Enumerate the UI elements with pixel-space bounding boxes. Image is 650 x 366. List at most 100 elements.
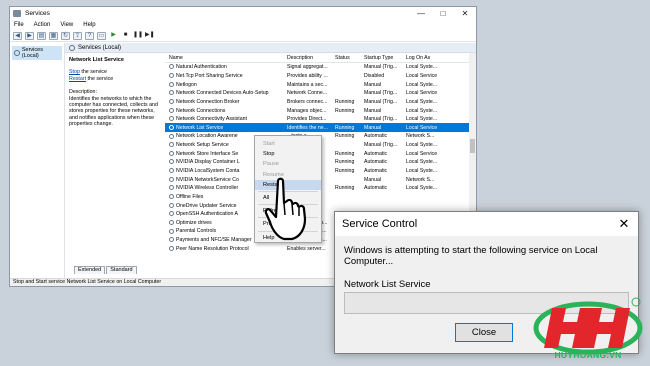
service-startup-cell: Automatic xyxy=(362,133,404,139)
service-description-cell-text: Brokers connec... xyxy=(287,98,328,105)
console-icon[interactable]: ▭ xyxy=(97,31,106,40)
service-status-cell-text: Running xyxy=(335,124,355,131)
table-row[interactable]: Network Connections Manages objec... Runni… xyxy=(165,106,476,115)
service-name-cell-text: NVIDIA Display Container L xyxy=(176,159,240,166)
service-logon-cell: Local Service xyxy=(404,73,438,79)
stop-suffix: the service xyxy=(79,69,107,76)
service-startup-cell-text: Manual (Trig... xyxy=(364,98,398,105)
service-description-cell: Provides ability ... xyxy=(285,73,333,79)
service-name-cell: Network Connection Broker xyxy=(165,99,285,105)
start-icon[interactable]: ▶ xyxy=(109,32,118,40)
service-status-cell: Running xyxy=(333,108,362,114)
gear-icon xyxy=(169,73,174,79)
back-icon[interactable]: ◀ xyxy=(13,31,22,40)
pane-header: Services (Local) xyxy=(65,43,476,53)
refresh-icon[interactable]: ↻ xyxy=(61,31,70,40)
service-logon-cell-text: Local Syste... xyxy=(406,185,438,192)
pause-icon[interactable]: ❚❚ xyxy=(133,32,143,40)
stop-service-link[interactable]: Stop xyxy=(69,69,80,75)
menu-help[interactable]: Help xyxy=(83,22,95,28)
gear-icon xyxy=(169,211,174,217)
tab-extended[interactable]: Extended xyxy=(74,266,106,274)
service-name-cell: Network List Service xyxy=(165,125,285,131)
service-status-cell-text: Running xyxy=(335,107,355,114)
service-startup-cell-text: Automatic xyxy=(364,168,388,174)
minimize-button[interactable]: — xyxy=(410,7,432,20)
context-menu-item-stop[interactable]: Stop xyxy=(255,149,321,159)
service-logon-cell-text: Local Syste... xyxy=(406,81,438,88)
service-name-cell-text: Optimize drives xyxy=(176,219,212,226)
service-description-cell: Signal aggregat... xyxy=(285,64,333,70)
gear-icon xyxy=(169,202,174,208)
service-description-cell-text: Maintains a sec... xyxy=(287,81,328,88)
maximize-button[interactable]: □ xyxy=(432,7,454,20)
column-name[interactable]: Name xyxy=(165,55,285,61)
properties-icon[interactable]: ▦ xyxy=(49,31,58,40)
close-window-button[interactable]: ✕ xyxy=(454,7,476,20)
service-logon-cell: Local Service xyxy=(404,90,438,96)
table-row[interactable]: Network Connected Devices Auto-Setup Netw… xyxy=(165,89,476,98)
context-menu-item-start: Start xyxy=(263,141,275,147)
menu-view[interactable]: View xyxy=(60,22,73,28)
service-startup-cell-text: Manual xyxy=(364,124,382,131)
service-startup-cell: Automatic xyxy=(362,159,404,165)
service-status-cell-text: Running xyxy=(335,185,355,192)
gear-icon xyxy=(69,44,75,51)
service-name-cell-text: NVIDIA LocalSystem Conta xyxy=(176,168,240,174)
service-logon-cell: Local Syste... xyxy=(404,185,438,191)
gear-icon xyxy=(169,185,174,191)
export-icon[interactable]: ⇪ xyxy=(73,31,82,40)
column-log-on-as[interactable]: Log On As xyxy=(404,55,438,61)
tab-standard[interactable]: Standard xyxy=(106,266,137,274)
dialog-close-icon[interactable]: ✕ xyxy=(610,216,638,232)
service-name-cell-text: Peer Name Resolution Protocol xyxy=(176,245,249,252)
service-status-cell-text: Running xyxy=(335,168,355,174)
gear-icon xyxy=(169,90,174,96)
tree-item-services-local[interactable]: Services (Local) xyxy=(12,46,62,60)
service-logon-cell-text: Network S... xyxy=(406,176,435,183)
table-row[interactable]: Network Connectivity Assistant Provides D… xyxy=(165,115,476,124)
service-logon-cell-text: Local Service xyxy=(406,150,438,157)
stop-icon[interactable]: ■ xyxy=(121,32,130,40)
restart-icon[interactable]: ▶❚ xyxy=(145,32,155,40)
service-name-cell-text: NVIDIA Wireless Controller xyxy=(176,185,239,192)
service-logon-cell-text: Local Syste... xyxy=(406,142,438,149)
service-startup-cell: Manual xyxy=(362,108,404,114)
service-logon-cell-text: Local Syste... xyxy=(406,116,438,123)
help-icon[interactable]: ? xyxy=(85,31,94,40)
gear-icon xyxy=(169,176,174,182)
menu-action[interactable]: Action xyxy=(34,22,51,28)
table-row[interactable]: Network List Service Identifies the ne...… xyxy=(165,123,476,133)
service-name-cell-text: Payments and NFC/SE Manager xyxy=(176,237,252,244)
service-status-cell: Running xyxy=(333,159,362,165)
service-description-cell: Enables server... xyxy=(285,246,333,252)
console-tree-icon[interactable]: ▤ xyxy=(37,31,46,40)
gear-icon xyxy=(169,124,174,130)
gear-icon xyxy=(169,159,174,165)
service-name-cell-text: Offline Files xyxy=(176,193,204,200)
service-logon-cell: Local Service xyxy=(404,125,438,131)
menu-file[interactable]: File xyxy=(14,22,24,28)
service-startup-cell: Disabled xyxy=(362,73,404,79)
service-logon-cell: Local Syste... xyxy=(404,142,438,148)
service-logon-cell: Local Syste... xyxy=(404,108,438,114)
service-logon-cell: Local Service xyxy=(404,151,438,157)
gear-icon xyxy=(169,245,174,251)
column-status[interactable]: Status xyxy=(333,55,362,61)
dialog-title-bar: Service Control ✕ xyxy=(335,212,638,236)
table-row[interactable]: Netlogon Maintains a sec... Manual Local Sy… xyxy=(165,80,476,89)
table-row[interactable]: Net.Tcp Port Sharing Service Provides abi… xyxy=(165,72,476,81)
service-name-cell-text: Netlogon xyxy=(176,81,197,88)
service-description-cell: Maintains a sec... xyxy=(285,82,333,88)
close-button[interactable]: Close xyxy=(455,323,513,342)
column-description[interactable]: Description xyxy=(285,55,333,61)
table-row[interactable]: Network Connection Broker Brokers connec.… xyxy=(165,98,476,107)
forward-icon[interactable]: ▶ xyxy=(25,31,34,40)
service-logon-cell: Local Syste... xyxy=(404,82,438,88)
services-app-icon xyxy=(13,10,21,17)
scrollbar-thumb[interactable] xyxy=(470,139,475,153)
column-startup-type[interactable]: Startup Type xyxy=(362,55,404,61)
table-row[interactable]: Natural Authentication Signal aggregat...… xyxy=(165,63,476,72)
restart-service-link[interactable]: Restart xyxy=(69,76,86,82)
service-logon-cell-text: Local Syste... xyxy=(406,168,438,174)
